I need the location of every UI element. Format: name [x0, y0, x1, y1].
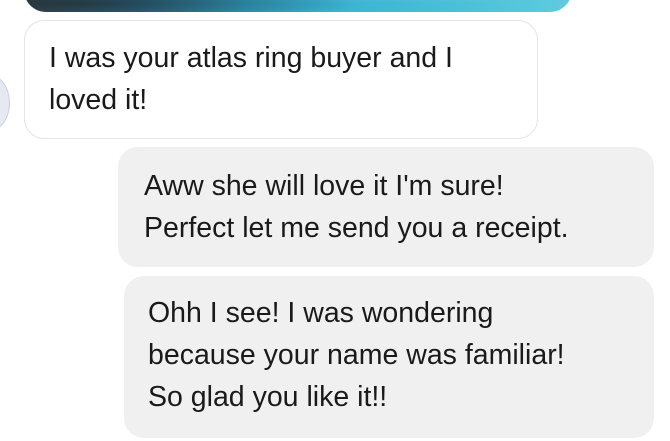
incoming-message-bubble[interactable]: I was your atlas ring buyer and I loved … [24, 20, 538, 139]
chat-thread: I was your atlas ring buyer and I loved … [0, 0, 670, 441]
outgoing-message-bubble[interactable]: Aww she will love it I'm sure! Perfect l… [118, 147, 654, 267]
outgoing-message-bubble[interactable]: Ohh I see! I was wondering because your … [124, 276, 654, 438]
sender-avatar[interactable] [0, 75, 10, 131]
photo-attachment[interactable] [24, 0, 572, 12]
